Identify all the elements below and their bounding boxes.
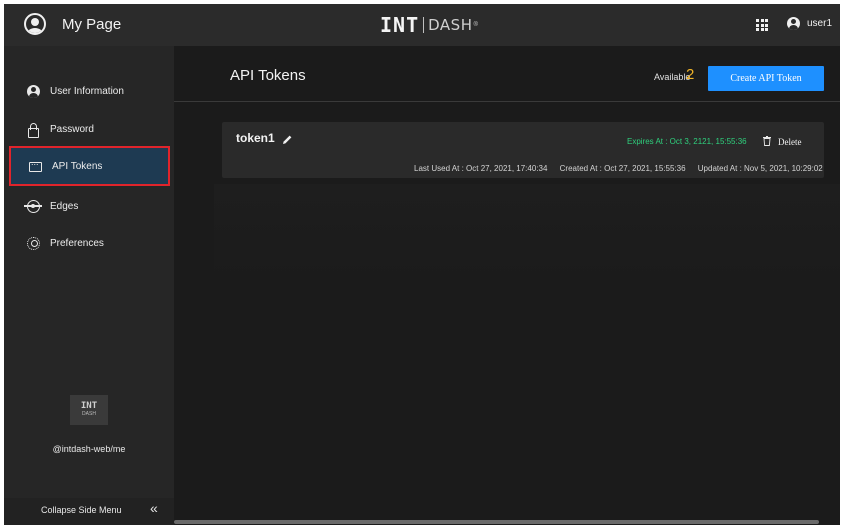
token-updated: Updated At : Nov 5, 2021, 10:29:02	[697, 164, 823, 173]
token-created: Created At : Oct 27, 2021, 15:55:36	[559, 164, 686, 173]
double-chevron-left-icon: «	[150, 500, 158, 516]
token-expires: Expires At : Oct 3, 2121, 15:55:36	[627, 137, 747, 146]
app-window: My Page INT DASH ® user1 User Informatio…	[4, 4, 840, 525]
my-page-link[interactable]: My Page	[24, 13, 121, 35]
gear-icon	[27, 236, 40, 250]
user-icon	[787, 17, 800, 30]
sidebar-item-user-information[interactable]: User Information	[9, 71, 170, 111]
edge-icon	[24, 199, 42, 213]
sidebar-item-label: Password	[50, 123, 94, 135]
sidebar-item-api-tokens[interactable]: API Tokens	[9, 146, 170, 186]
app-package-name: @intdash-web/me	[52, 444, 126, 454]
available-label: Available	[654, 72, 691, 82]
token-meta: Last Used At : Oct 27, 2021, 17:40:34 Cr…	[414, 164, 833, 173]
token-name: token1	[236, 131, 275, 145]
apps-grid-icon[interactable]	[756, 19, 768, 31]
token-card: token1 Expires At : Oct 3, 2121, 15:55:3…	[222, 122, 824, 178]
user-circle-icon	[27, 84, 40, 98]
page-title: API Tokens	[230, 67, 306, 84]
user-menu[interactable]: user1	[787, 17, 832, 30]
collapse-side-menu-button[interactable]: Collapse Side Menu «	[4, 498, 174, 525]
sidebar-item-preferences[interactable]: Preferences	[9, 223, 170, 263]
sidebar-item-label: Preferences	[50, 237, 104, 249]
content-backdrop	[214, 184, 840, 280]
available-count: 2	[686, 66, 695, 83]
sidebar-item-edges[interactable]: Edges	[9, 186, 170, 226]
sidebar-item-password[interactable]: Password	[9, 109, 170, 149]
lock-icon	[27, 122, 40, 138]
sidebar-item-label: User Information	[50, 85, 124, 97]
app-title: My Page	[62, 15, 122, 33]
horizontal-scrollbar[interactable]	[174, 520, 819, 524]
token-icon	[29, 157, 42, 172]
sidebar-logo: INT DASH	[70, 395, 108, 425]
logo-separator	[423, 17, 425, 33]
trash-icon[interactable]	[763, 136, 771, 146]
create-api-token-button[interactable]: Create API Token	[708, 66, 824, 91]
token-last-used: Last Used At : Oct 27, 2021, 17:40:34	[414, 164, 548, 173]
intdash-logo: INT DASH ®	[380, 13, 478, 37]
page-header: API Tokens Available 2 Create API Token	[174, 46, 840, 102]
pencil-icon[interactable]	[281, 134, 293, 146]
sidebar-item-label: API Tokens	[52, 160, 103, 172]
account-circle-icon	[24, 13, 46, 35]
collapse-label: Collapse Side Menu	[41, 505, 122, 515]
delete-token-button[interactable]: Delete	[778, 137, 801, 147]
sidebar-item-label: Edges	[50, 200, 79, 212]
top-bar: My Page INT DASH ® user1	[4, 4, 840, 46]
user-name: user1	[807, 18, 833, 29]
sidebar: User Information Password API Tokens Edg…	[4, 46, 174, 525]
